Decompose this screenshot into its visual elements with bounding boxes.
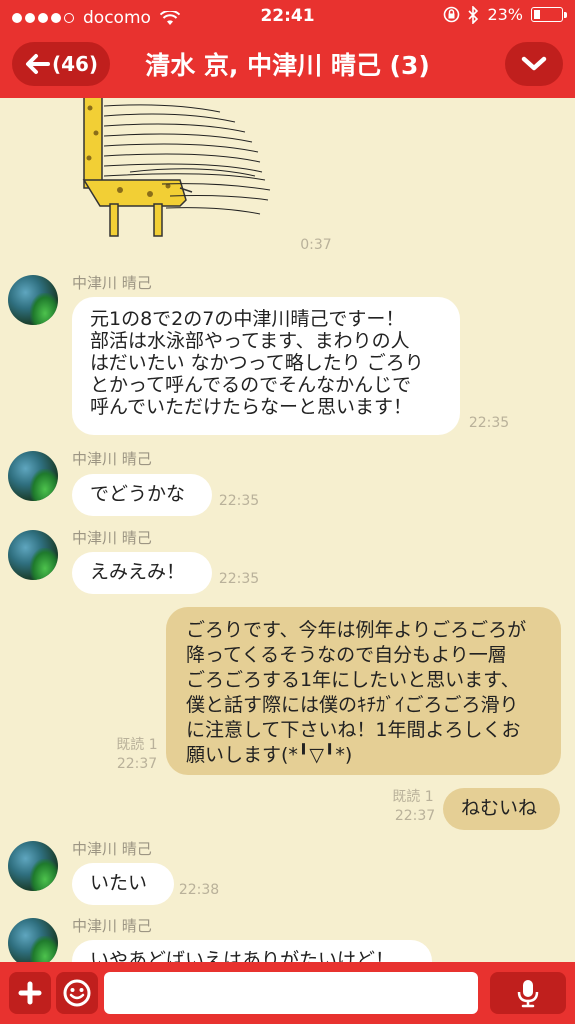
- message-bubble[interactable]: いやあどばいえはありがたいけど！: [72, 940, 432, 962]
- avatar[interactable]: [8, 451, 58, 501]
- message-line: に注意して下さいね！1年間よろしくお: [186, 719, 521, 741]
- top-bar: docomo 22:41 23% (46) 清水 京, 中津川 晴己 (3): [0, 0, 575, 98]
- add-button[interactable]: [9, 972, 51, 1014]
- battery-nub: [564, 12, 567, 18]
- message-bubble[interactable]: 元1の8で2の7の中津川晴己ですー！ 部活は水泳部やってます、まわりの人 はだい…: [72, 297, 460, 435]
- message-line: えみえみ！: [90, 561, 186, 583]
- message-line: 呼んでいただけたらなーと思います！: [90, 396, 413, 418]
- message-line: 願いします(*╹▽╹*): [186, 744, 353, 766]
- message-line: ごろりです、今年は例年よりごろごろが: [186, 619, 527, 641]
- message-time: 22:37: [116, 756, 158, 772]
- microphone-icon: [517, 980, 539, 1008]
- giraffe-sticker: [82, 98, 271, 237]
- plus-icon: [18, 981, 42, 1005]
- message-line: でどうかな: [90, 483, 186, 505]
- rotation-lock-icon: [444, 6, 460, 23]
- message-time: 22:35: [218, 493, 260, 509]
- avatar[interactable]: [8, 918, 58, 962]
- message-input[interactable]: [104, 972, 478, 1014]
- read-receipt: 既読 1: [116, 737, 158, 753]
- message-line: 部活は水泳部やってます、まわりの人: [90, 330, 410, 352]
- message-time: 0:37: [300, 237, 332, 253]
- avatar[interactable]: [8, 275, 58, 325]
- back-button[interactable]: (46): [12, 42, 110, 86]
- message-list[interactable]: 0:37 中津川 晴己 元1の8で2の7の中津川晴己ですー！ 部活は水泳部やって…: [0, 98, 575, 962]
- battery-icon: [531, 7, 567, 22]
- my-message-bubble[interactable]: ごろりです、今年は例年よりごろごろが 降ってくるそうなので自分もより一層 ごろご…: [166, 607, 561, 775]
- message-line: 降ってくるそうなので自分もより一層: [186, 644, 507, 666]
- message-bubble[interactable]: でどうかな: [72, 474, 212, 516]
- read-receipt: 既読 1: [392, 789, 434, 805]
- avatar[interactable]: [8, 841, 58, 891]
- sender-name: 中津川 晴己: [72, 274, 152, 292]
- message-line: はだいたい なかつって略したり ごろり: [90, 352, 424, 374]
- sender-name: 中津川 晴己: [72, 917, 152, 935]
- avatar[interactable]: [8, 530, 58, 580]
- message-time: 22:35: [218, 571, 260, 587]
- unread-count: (46): [51, 52, 99, 76]
- my-message-bubble[interactable]: ねむいね: [443, 788, 560, 830]
- input-bar: [0, 962, 575, 1024]
- message-bubble[interactable]: えみえみ！: [72, 552, 212, 594]
- bluetooth-icon: [468, 5, 479, 24]
- message-line: とかって呼んでるのでそんなかんじで: [90, 374, 412, 396]
- emoji-button[interactable]: [56, 972, 98, 1014]
- message-time: 22:35: [468, 415, 510, 431]
- message-line: 元1の8で2の7の中津川晴己ですー！: [90, 308, 405, 330]
- chat-title: 清水 京, 中津川 晴己 (3): [145, 51, 430, 80]
- battery-fill: [534, 10, 540, 19]
- battery-percent: 23%: [487, 5, 523, 24]
- menu-button[interactable]: [505, 42, 563, 86]
- sender-name: 中津川 晴己: [72, 840, 152, 858]
- back-arrow-icon: [25, 54, 50, 74]
- emoji-icon: [63, 979, 91, 1007]
- message-line: ごろごろする1年にしたいと思います、: [186, 669, 520, 691]
- message-time: 22:38: [178, 882, 220, 898]
- message-bubble[interactable]: いたい: [72, 863, 174, 905]
- status-bar: docomo 22:41 23%: [0, 0, 575, 32]
- status-right: 23%: [443, 5, 567, 24]
- sender-name: 中津川 晴己: [72, 450, 152, 468]
- chevron-down-icon: [521, 56, 547, 71]
- sender-name: 中津川 晴己: [72, 529, 152, 547]
- message-time: 22:37: [394, 808, 436, 824]
- message-line: いやあどばいえはありがたいけど！: [90, 949, 395, 962]
- message-line: いたい: [90, 872, 148, 894]
- message-line: ねむいね: [461, 797, 538, 819]
- chat-header: (46) 清水 京, 中津川 晴己 (3): [0, 32, 575, 98]
- message-line: 僕と話す際には僕のｷﾁｶﾞｲごろごろ滑り: [186, 694, 519, 716]
- microphone-button[interactable]: [490, 972, 566, 1014]
